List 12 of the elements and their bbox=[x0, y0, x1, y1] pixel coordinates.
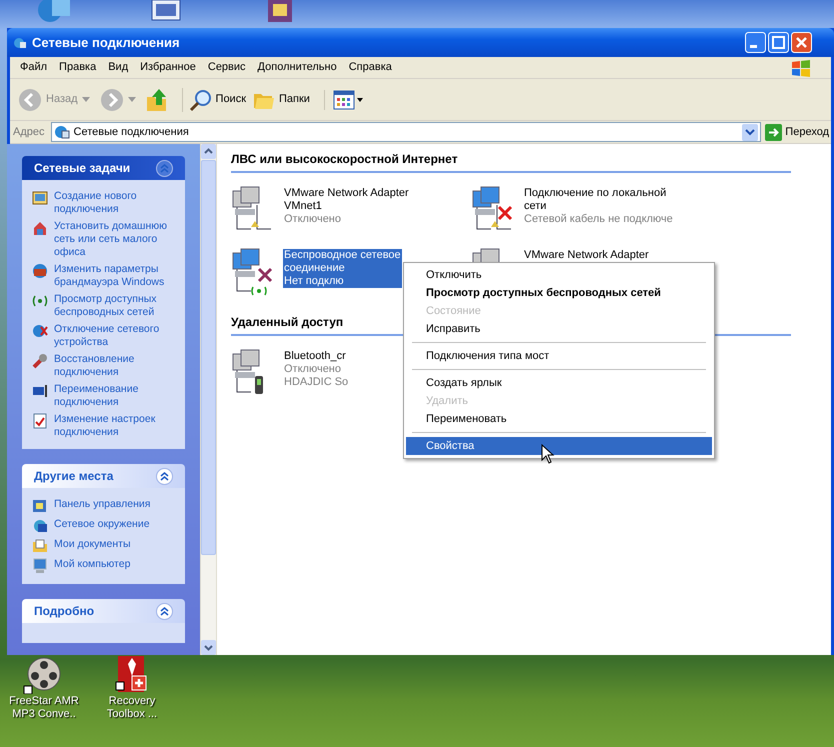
connection-status: Отключено bbox=[283, 213, 342, 226]
pane-title: Другие места bbox=[34, 468, 114, 485]
pane-title: Сетевые задачи bbox=[34, 160, 130, 177]
window-title: Сетевые подключения bbox=[32, 34, 181, 52]
connection-status: Нет подклю bbox=[283, 275, 402, 288]
address-value: Сетевые подключения bbox=[74, 124, 190, 140]
group-heading: ЛВС или высокоскоростной Интернет bbox=[231, 150, 791, 173]
connection-status: Отключено bbox=[283, 363, 342, 376]
connection-status: Сетевой кабель не подключе bbox=[523, 213, 674, 226]
pane-title: Подробно bbox=[34, 603, 94, 620]
device-name: HDAJDIC So bbox=[283, 376, 350, 389]
address-label: Адрес bbox=[13, 124, 46, 140]
